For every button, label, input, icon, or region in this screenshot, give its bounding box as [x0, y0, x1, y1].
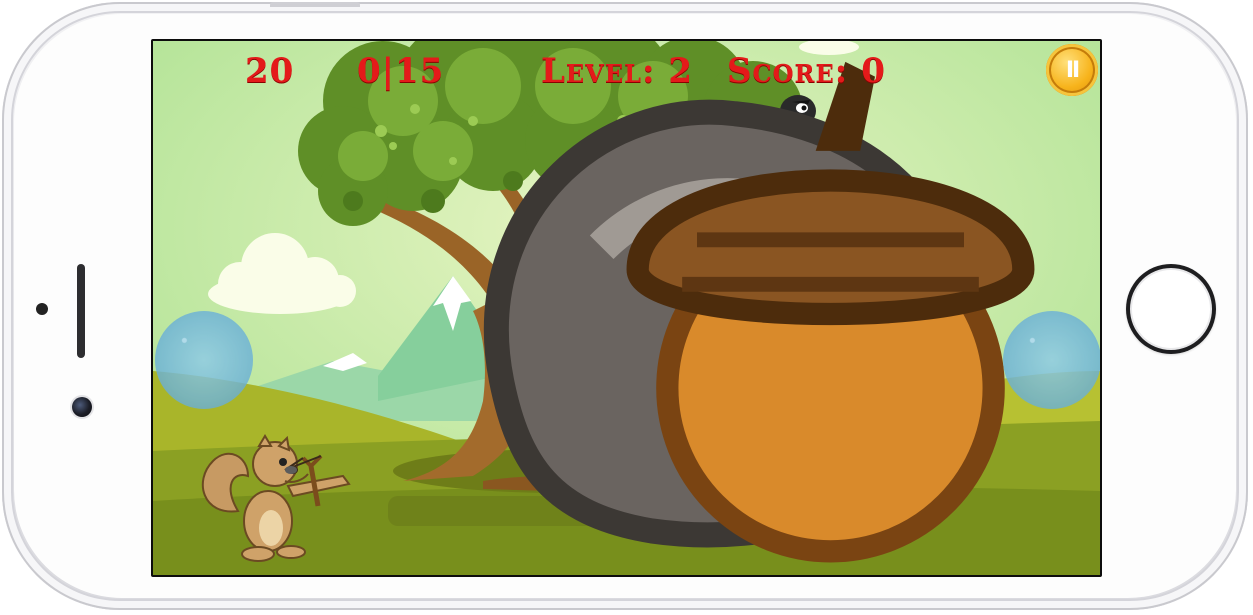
pause-icon: II [1065, 57, 1080, 83]
front-camera [72, 397, 92, 417]
score-text: Score: 0 [727, 51, 886, 91]
score-display: Score: 0 [727, 47, 886, 95]
home-button[interactable] [1126, 264, 1216, 354]
stones-counter: 20 [245, 47, 972, 548]
level-text: Level: 2 [541, 51, 694, 91]
right-joystick[interactable] [1003, 311, 1100, 409]
acorns-counter: 0|15 [357, 47, 1035, 563]
speaker-grille [77, 264, 85, 358]
pause-button[interactable]: II [1046, 44, 1098, 96]
power-button [270, 2, 360, 7]
game-screen: 20 0|15 Level: 2 Score: 0 II [151, 39, 1102, 577]
level-display: Level: 2 [541, 47, 693, 95]
game-scene[interactable]: 20 0|15 Level: 2 Score: 0 II [153, 41, 1100, 575]
proximity-sensor [36, 303, 48, 315]
left-joystick[interactable] [155, 311, 253, 409]
